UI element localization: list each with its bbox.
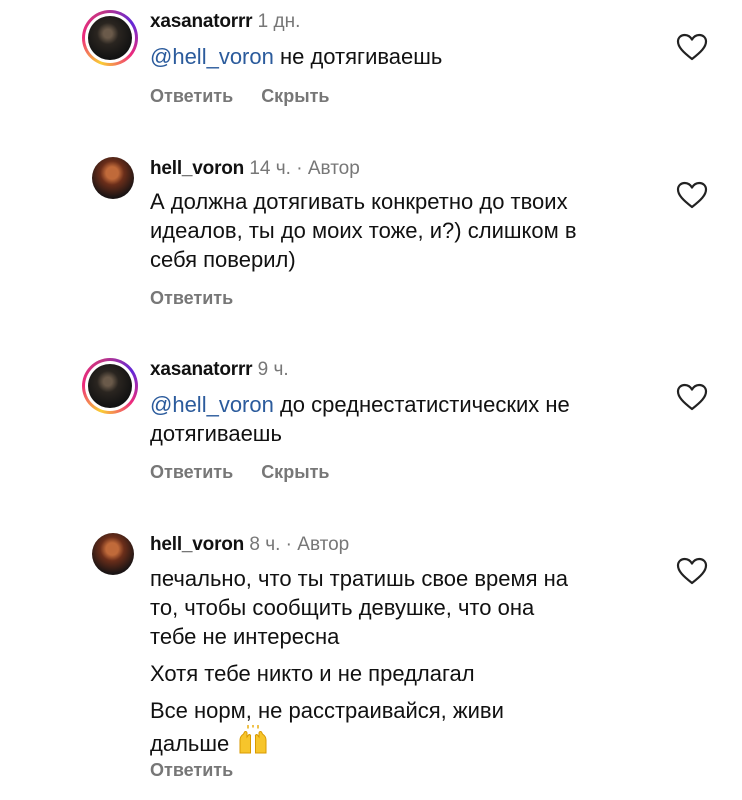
comment-text: печально, что ты тратишь свое время на т… [150,564,650,758]
raising-hands-emoji [239,725,267,754]
avatar-photo [92,157,134,199]
timestamp: 1 дн. [257,11,301,32]
text-line: Все норм, не расстраивайся, живи [150,698,504,723]
author-badge: · Автор [296,158,360,179]
comment-meta: xasanatorrr 9 ч. [150,358,289,382]
avatar-story-ring[interactable] [82,358,138,414]
username[interactable]: xasanatorrr [150,359,253,380]
comment-actions: Ответить [150,288,261,309]
reply-button[interactable]: Ответить [150,462,233,482]
heart-icon[interactable] [676,33,708,61]
reply-button[interactable]: Ответить [150,288,233,308]
mention-link[interactable]: @hell_voron [150,392,274,417]
reply-button[interactable]: Ответить [150,760,233,780]
text-line: Хотя тебе никто и не предлагал [150,661,475,686]
comment-meta: hell_voron 14 ч. · Автор [150,157,360,181]
text-line: то, чтобы сообщить девушке, что она [150,595,535,620]
avatar [88,16,132,60]
comment-meta: hell_voron 8 ч. · Автор [150,533,349,557]
text-line: дальше [150,731,230,756]
avatar[interactable] [92,157,134,199]
comment-actions: Ответить [150,760,261,781]
avatar-story-ring[interactable] [82,10,138,66]
heart-icon[interactable] [676,383,708,411]
heart-icon[interactable] [676,181,708,209]
hide-button[interactable]: Скрыть [261,462,329,482]
comment-meta: xasanatorrr 1 дн. [150,10,300,34]
avatar [88,364,132,408]
username[interactable]: hell_voron [150,534,244,555]
text-line: идеалов, ты до моих тоже, и?) слишком в [150,218,577,243]
comment-body: не дотягиваешь [273,44,443,69]
comment-actions: Ответить Скрыть [150,86,357,107]
heart-icon[interactable] [676,557,708,585]
text-line: тебе не интересна [150,624,340,649]
mention-link[interactable]: @hell_voron [150,44,274,69]
comment-text: @hell_voron до среднестатистических не д… [150,390,650,448]
timestamp: 14 ч. [249,158,291,179]
comment-text: @hell_voron не дотягиваешь [150,42,650,71]
hide-button[interactable]: Скрыть [261,86,329,106]
avatar[interactable] [92,533,134,575]
timestamp: 8 ч. [249,534,281,555]
author-badge: · Автор [285,534,350,555]
text-line: печально, что ты тратишь свое время на [150,566,569,591]
username[interactable]: hell_voron [150,158,244,179]
text-line: себя поверил) [150,247,296,272]
timestamp: 9 ч. [257,359,289,380]
reply-button[interactable]: Ответить [150,86,233,106]
comment-text: А должна дотягивать конкретно до твоих и… [150,187,650,274]
username[interactable]: xasanatorrr [150,11,253,32]
text-line: А должна дотягивать конкретно до твоих [150,189,568,214]
comment-actions: Ответить Скрыть [150,462,357,483]
comment-body: до среднестатистических не [273,392,570,417]
avatar-photo [92,533,134,575]
text-line: дотягиваешь [150,421,282,446]
